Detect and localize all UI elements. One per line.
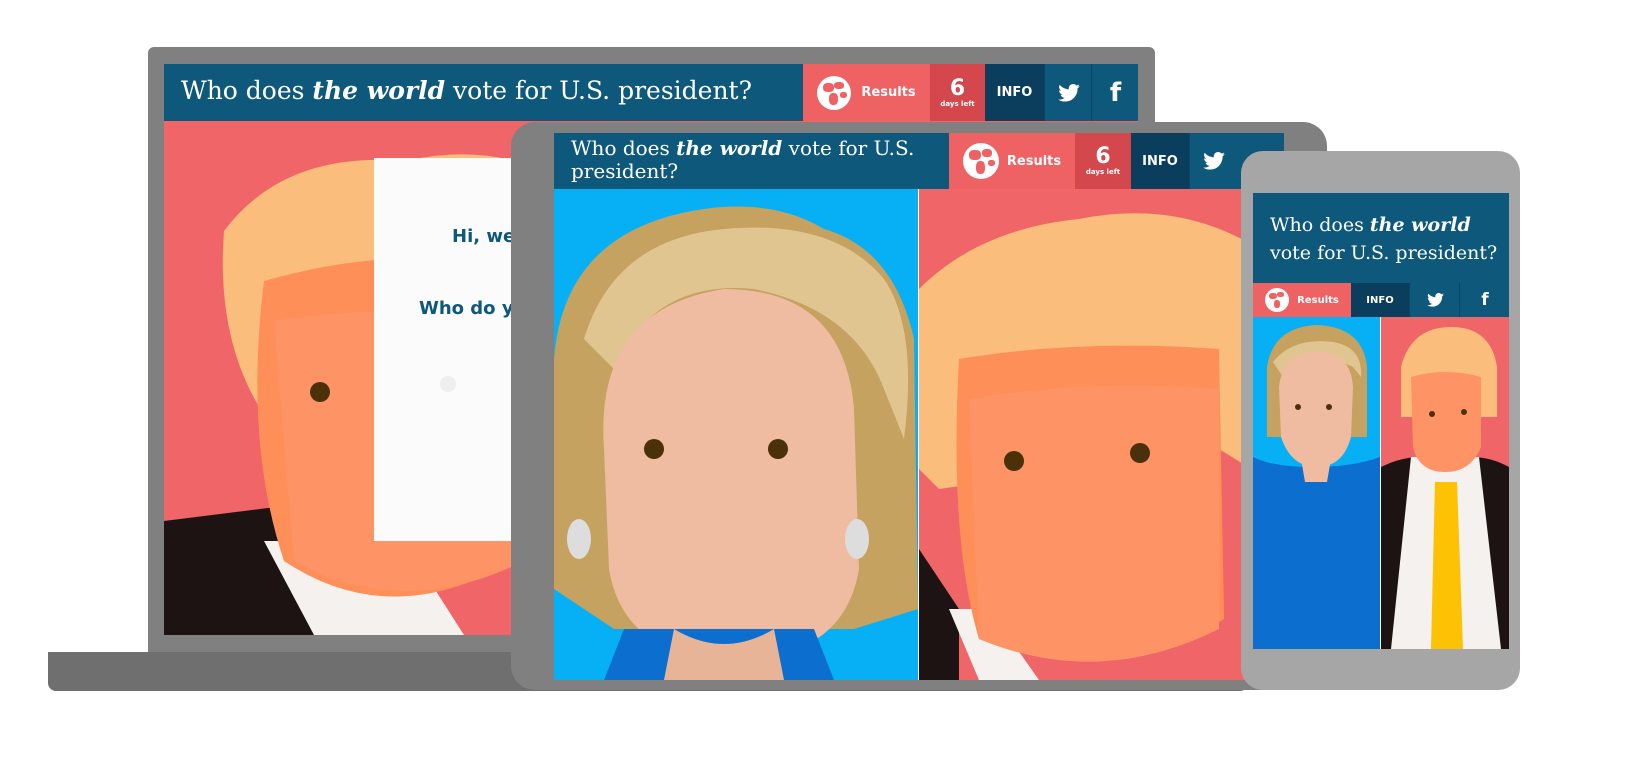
facebook-button[interactable]: f xyxy=(1091,64,1138,121)
tablet-screen: Who does the world vote for U.S. presiden… xyxy=(554,133,1284,680)
trump-left-eye xyxy=(1004,451,1024,471)
info-button[interactable]: INFO xyxy=(1351,283,1409,317)
modal-question: Who do y xyxy=(419,298,514,319)
clinton-left-eye xyxy=(644,439,664,459)
clinton-right-eye xyxy=(768,439,788,459)
globe-icon xyxy=(962,143,999,179)
twitter-icon xyxy=(1203,152,1225,170)
trump-right-eye xyxy=(1130,443,1150,463)
clinton-illustration xyxy=(1253,317,1380,649)
clinton-left-eye xyxy=(1295,404,1301,410)
trump-illustration xyxy=(919,189,1284,680)
trump-illustration xyxy=(1381,317,1509,649)
trump-left-eye xyxy=(1429,411,1435,417)
page-title: Who does the world vote for U.S. presiden… xyxy=(571,136,915,183)
clinton-illustration xyxy=(554,189,918,680)
phone-screen: Who does the world vote for U.S. presiden… xyxy=(1253,193,1509,649)
globe-icon xyxy=(817,75,852,110)
days-left-badge: 6 days left xyxy=(930,64,985,121)
twitter-button[interactable] xyxy=(1044,64,1092,121)
info-button[interactable]: INFO xyxy=(985,64,1044,121)
twitter-button[interactable] xyxy=(1409,283,1460,317)
results-button[interactable]: Results xyxy=(803,64,930,121)
laptop-header: Who does the world vote for U.S. preside… xyxy=(164,64,1138,121)
globe-icon xyxy=(1265,288,1290,312)
page-title: Who does the world vote for U.S. preside… xyxy=(181,76,752,105)
facebook-icon: f xyxy=(1109,77,1122,108)
phone-nav: Results INFO f xyxy=(1253,283,1509,317)
twitter-icon xyxy=(1426,293,1444,307)
modal-spinner xyxy=(440,376,456,392)
facebook-button[interactable]: f xyxy=(1459,283,1509,317)
tablet-header: Who does the world vote for U.S. presiden… xyxy=(554,133,1284,189)
page-title: Who does the world vote for U.S. presiden… xyxy=(1270,214,1498,264)
trump-right-eye xyxy=(1461,409,1467,415)
twitter-button[interactable] xyxy=(1189,133,1238,189)
facebook-icon: f xyxy=(1481,290,1489,310)
phone-header: Who does the world vote for U.S. presiden… xyxy=(1253,193,1509,283)
results-button[interactable]: Results xyxy=(949,133,1075,189)
twitter-icon xyxy=(1057,83,1080,102)
trump-eye xyxy=(310,382,330,402)
results-button[interactable]: Results xyxy=(1253,283,1351,317)
days-left-badge: 6 days left xyxy=(1075,133,1131,189)
clinton-right-eye xyxy=(1326,404,1332,410)
modal-greeting: Hi, we xyxy=(452,226,516,247)
info-button[interactable]: INFO xyxy=(1131,133,1189,189)
